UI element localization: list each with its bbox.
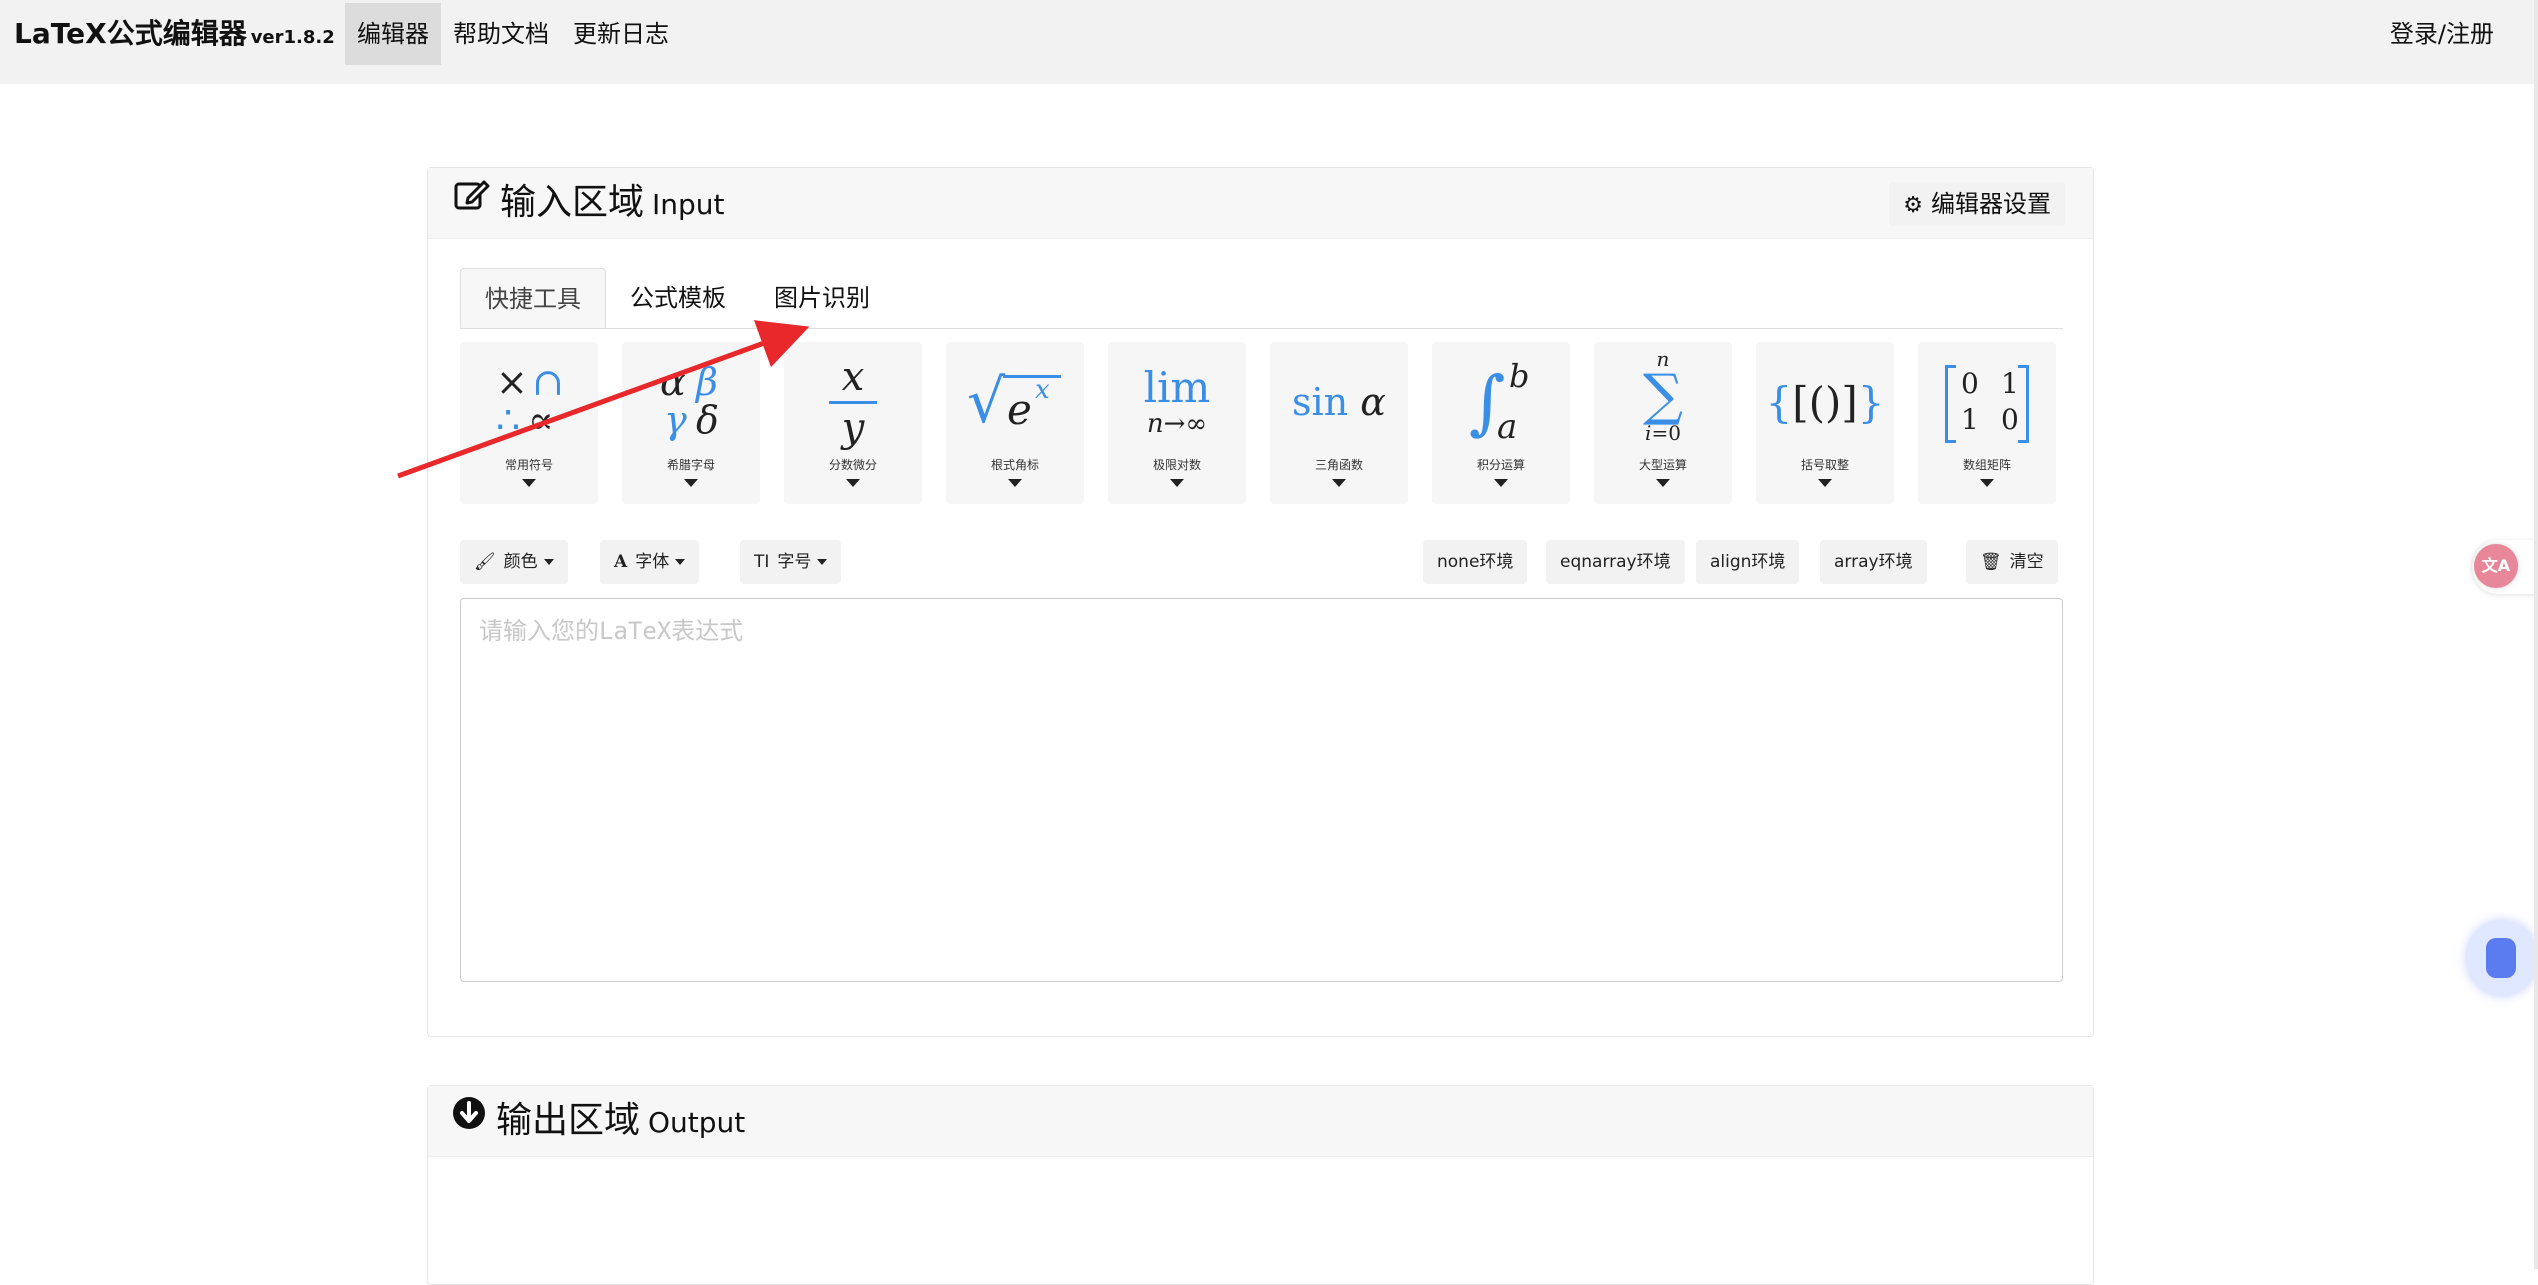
brackets-icon: {[()]} — [1765, 377, 1885, 427]
text-size-icon: TI — [754, 552, 770, 572]
output-title-zh: 输出区域 — [496, 1100, 641, 1141]
card-label: 三角函数 — [1314, 458, 1363, 472]
output-panel-header: 输出区域 Output — [428, 1086, 2093, 1157]
nav-changelog[interactable]: 更新日志 — [561, 3, 681, 65]
output-title-en: Output — [648, 1106, 746, 1139]
card-label: 分数微分 — [828, 458, 877, 472]
caret-down-icon — [1008, 479, 1022, 487]
output-panel: 输出区域 Output — [427, 1085, 2094, 1285]
app-brand[interactable]: LaTeX公式编辑器 ver1.8.2 — [14, 12, 335, 52]
card-label: 极限对数 — [1152, 458, 1201, 472]
card-matrix[interactable]: 0 1 1 0 数组矩阵 — [1918, 342, 2056, 504]
latex-input[interactable] — [460, 598, 2063, 982]
env-eqnarray-button[interactable]: eqnarray环境 — [1546, 540, 1685, 584]
assistant-float-button[interactable] — [2466, 920, 2538, 996]
caret-down-icon — [684, 479, 698, 487]
sum-icon: n ∑ i=0 — [1643, 347, 1683, 445]
caret-down-icon — [675, 559, 686, 565]
integral-icon: ∫ b a — [1469, 357, 1530, 447]
nav-help-docs[interactable]: 帮助文档 — [441, 3, 561, 65]
card-common-symbols[interactable]: × ∩ ∴ ∝ 常用符号 — [460, 342, 598, 504]
brush-icon: 🖌 — [474, 552, 496, 572]
trash-icon: 🗑 — [1980, 552, 2002, 572]
font-dropdown[interactable]: A 字体 — [600, 540, 700, 584]
input-title-zh: 输入区域 — [500, 182, 645, 223]
card-brackets[interactable]: {[()]} 括号取整 — [1756, 342, 1894, 504]
card-label: 希腊字母 — [666, 458, 715, 472]
caret-down-icon — [1494, 479, 1508, 487]
edit-icon — [454, 166, 490, 236]
font-label: 字体 — [635, 552, 670, 572]
tab-image-recognition[interactable]: 图片识别 — [750, 268, 894, 328]
caret-down-icon — [522, 479, 536, 487]
caret-down-icon — [543, 559, 554, 565]
page-scrollbar[interactable] — [2534, 0, 2538, 1269]
card-label: 积分运算 — [1476, 458, 1525, 472]
env-array-button[interactable]: array环境 — [1820, 540, 1927, 584]
login-register-link[interactable]: 登录/注册 — [2390, 3, 2494, 65]
common-symbols-icon: × ∩ ∴ ∝ — [496, 360, 564, 442]
clear-button[interactable]: 🗑 清空 — [1966, 540, 2058, 584]
input-panel-header: 输入区域 Input ⚙ 编辑器设置 — [428, 168, 2093, 239]
caret-down-icon — [1170, 479, 1184, 487]
fraction-icon: x y — [784, 352, 922, 452]
card-label: 数组矩阵 — [1962, 458, 2011, 472]
card-limit[interactable]: lim n→∞ 极限对数 — [1108, 342, 1246, 504]
top-navbar: LaTeX公式编辑器 ver1.8.2 编辑器 帮助文档 更新日志 登录/注册 — [0, 0, 2538, 84]
gear-icon: ⚙ — [1903, 193, 1923, 218]
app-version: ver1.8.2 — [250, 27, 335, 48]
card-label: 大型运算 — [1638, 458, 1687, 472]
trig-icon: sin α — [1292, 380, 1386, 424]
caret-down-icon — [1656, 479, 1670, 487]
card-trig[interactable]: sin α 三角函数 — [1270, 342, 1408, 504]
greek-letters-icon: α β γ δ — [660, 360, 719, 442]
limit-icon: lim n→∞ — [1143, 363, 1211, 439]
translate-icon[interactable]: 文A — [2474, 544, 2518, 588]
tab-formula-templates[interactable]: 公式模板 — [606, 268, 750, 328]
tab-quick-tools[interactable]: 快捷工具 — [460, 268, 606, 328]
env-none-button[interactable]: none环境 — [1423, 540, 1528, 584]
font-size-label: 字号 — [777, 552, 812, 572]
output-panel-title: 输出区域 Output — [452, 1086, 745, 1156]
caret-down-icon — [1818, 479, 1832, 487]
font-size-dropdown[interactable]: TI 字号 — [740, 540, 842, 584]
card-label: 常用符号 — [504, 458, 553, 472]
font-icon: A — [614, 552, 628, 572]
arrow-down-circle-icon — [452, 1084, 486, 1154]
card-fraction[interactable]: x y 分数微分 — [784, 342, 922, 504]
editor-settings-button[interactable]: ⚙ 编辑器设置 — [1889, 182, 2065, 226]
caret-down-icon — [817, 559, 828, 565]
input-panel-title: 输入区域 Input — [454, 168, 725, 238]
app-title: LaTeX公式编辑器 — [14, 17, 247, 50]
env-align-button[interactable]: align环境 — [1696, 540, 1800, 584]
color-label: 颜色 — [503, 552, 538, 572]
caret-down-icon — [1980, 479, 1994, 487]
radical-icon: √ e x — [946, 352, 1084, 452]
card-radical[interactable]: √ e x 根式角标 — [946, 342, 1084, 504]
input-panel: 输入区域 Input ⚙ 编辑器设置 快捷工具 公式模板 图片识别 × ∩ ∴ ∝ … — [427, 167, 2094, 1037]
caret-down-icon — [1332, 479, 1346, 487]
card-greek-letters[interactable]: α β γ δ 希腊字母 — [622, 342, 760, 504]
nav-editor[interactable]: 编辑器 — [345, 3, 441, 65]
caret-down-icon — [846, 479, 860, 487]
editor-settings-label: 编辑器设置 — [1931, 190, 2051, 218]
tool-tabs: 快捷工具 公式模板 图片识别 — [460, 268, 2063, 329]
assistant-icon — [2486, 938, 2516, 978]
matrix-icon: 0 1 1 0 — [1918, 352, 2056, 452]
card-integral[interactable]: ∫ b a 积分运算 — [1432, 342, 1570, 504]
input-title-en: Input — [652, 188, 725, 221]
card-big-operators[interactable]: n ∑ i=0 大型运算 — [1594, 342, 1732, 504]
color-dropdown[interactable]: 🖌 颜色 — [460, 540, 568, 584]
card-label: 根式角标 — [990, 458, 1039, 472]
clear-label: 清空 — [2009, 552, 2044, 572]
card-label: 括号取整 — [1800, 458, 1849, 472]
